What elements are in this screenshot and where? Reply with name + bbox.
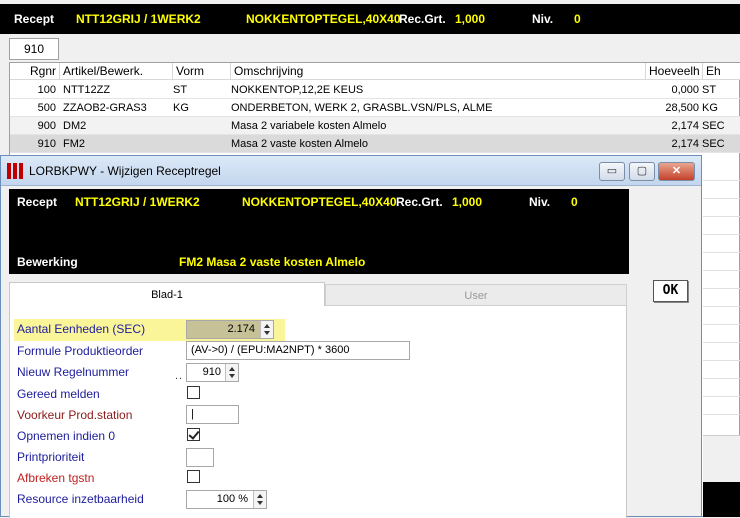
col-hoeveelh[interactable]: Hoeveelh	[646, 63, 703, 80]
bewerking-value: FM2 Masa 2 vaste kosten Almelo	[179, 255, 366, 269]
voorkeur-label: Voorkeur Prod.station	[17, 408, 133, 422]
grid-line	[703, 252, 740, 253]
col-omschrijving[interactable]: Omschrijving	[231, 63, 646, 80]
edit-recipe-line-dialog: LORBKPWY - Wijzigen Receptregel ▭ ▢ ✕ Re…	[0, 155, 702, 518]
grid-line	[703, 306, 740, 307]
dialog-header-bar: Recept NTT12GRIJ / 1WERK2 NOKKENTOPTEGEL…	[9, 189, 629, 274]
grid-line	[703, 396, 740, 397]
grid-line	[703, 180, 740, 181]
dlg-niv-label: Niv.	[529, 195, 551, 209]
bewerking-label: Bewerking	[17, 255, 78, 269]
regelnummer-dots: ..	[175, 370, 184, 382]
background-status-bar	[703, 482, 740, 517]
table-row[interactable]: 100 NTT12ZZ ST NOKKENTOP,12,2E KEUS 0,00…	[10, 81, 740, 99]
grid-line	[703, 378, 740, 379]
tab-blad-1[interactable]: Blad-1	[9, 282, 325, 306]
afbreken-checkbox[interactable]	[187, 470, 200, 483]
grid-line	[703, 270, 740, 271]
grid-line	[703, 234, 740, 235]
grid-line	[703, 414, 740, 415]
regelnummer-spinner[interactable]	[225, 364, 238, 381]
formule-input[interactable]: (AV->0) / (EPU:MA2NPT) * 3600	[186, 341, 410, 360]
grid-line	[703, 198, 740, 199]
col-rgnr[interactable]: Rgnr	[10, 63, 60, 80]
voorkeur-input[interactable]: |	[186, 405, 239, 424]
grid-line	[703, 342, 740, 343]
grid-line	[703, 216, 740, 217]
table-row[interactable]: 900 DM2 Masa 2 variabele kosten Almelo 2…	[10, 117, 740, 135]
tab-user[interactable]: User	[325, 284, 627, 306]
niv-label: Niv.	[532, 12, 554, 26]
table-row-selected[interactable]: 910 FM2 Masa 2 vaste kosten Almelo 2,174…	[10, 135, 740, 153]
col-artikel[interactable]: Artikel/Bewerk.	[60, 63, 173, 80]
dlg-recept-code: NTT12GRIJ / 1WERK2	[75, 195, 200, 209]
afbreken-label: Afbreken tgstn	[17, 471, 95, 485]
recgrt-value: 1,000	[455, 12, 486, 26]
niv-value: 0	[574, 12, 581, 26]
table-row[interactable]: 500 ZZAOB2-GRAS3 KG ONDERBETON, WERK 2, …	[10, 99, 740, 117]
dlg-niv-value: 0	[571, 195, 578, 209]
grid-line	[703, 360, 740, 361]
opnemen-label: Opnemen indien 0	[17, 429, 116, 443]
dialog-titlebar[interactable]: LORBKPWY - Wijzigen Receptregel ▭ ▢ ✕	[1, 156, 701, 186]
background-panel	[703, 435, 740, 482]
dialog-title: LORBKPWY - Wijzigen Receptregel	[29, 164, 221, 178]
resource-spinner[interactable]	[253, 491, 266, 508]
close-button[interactable]: ✕	[658, 162, 695, 181]
grid-line	[703, 324, 740, 325]
formule-label: Formule Produktieorder	[17, 344, 144, 358]
recept-label: Recept	[14, 12, 55, 26]
opnemen-checkbox[interactable]	[187, 428, 200, 441]
recgrt-label: Rec.Grt.	[399, 12, 446, 26]
gereed-melden-checkbox[interactable]	[187, 386, 200, 399]
printprioriteit-label: Printprioriteit	[17, 450, 85, 464]
minimize-button[interactable]: ▭	[599, 162, 625, 181]
ok-button[interactable]: OK	[653, 280, 688, 302]
recept-code: NTT12GRIJ / 1WERK2	[76, 12, 201, 26]
dlg-recept-label: Recept	[17, 195, 58, 209]
resource-label: Resource inzetbaarheid	[17, 492, 144, 506]
regelnummer-label: Nieuw Regelnummer	[17, 365, 130, 379]
dlg-recgrt-value: 1,000	[452, 195, 483, 209]
aantal-eenheden-label: Aantal Eenheden (SEC)	[17, 322, 146, 336]
aantal-spinner[interactable]	[260, 321, 273, 338]
dlg-recgrt-label: Rec.Grt.	[396, 195, 443, 209]
app-icon	[7, 163, 23, 179]
col-eh[interactable]: Eh	[703, 63, 740, 80]
maximize-button[interactable]: ▢	[629, 162, 655, 181]
recipe-header-bar: Recept NTT12GRIJ / 1WERK2 NOKKENTOPTEGEL…	[0, 4, 740, 34]
gereed-melden-label: Gereed melden	[17, 387, 100, 401]
line-number-field[interactable]: 910	[9, 38, 59, 60]
grid-line	[703, 288, 740, 289]
dlg-recept-description: NOKKENTOPTEGEL,40X40	[242, 195, 397, 209]
recept-description: NOKKENTOPTEGEL,40X40	[246, 12, 401, 26]
col-vorm[interactable]: Vorm	[173, 63, 231, 80]
printprioriteit-input[interactable]	[186, 448, 214, 467]
